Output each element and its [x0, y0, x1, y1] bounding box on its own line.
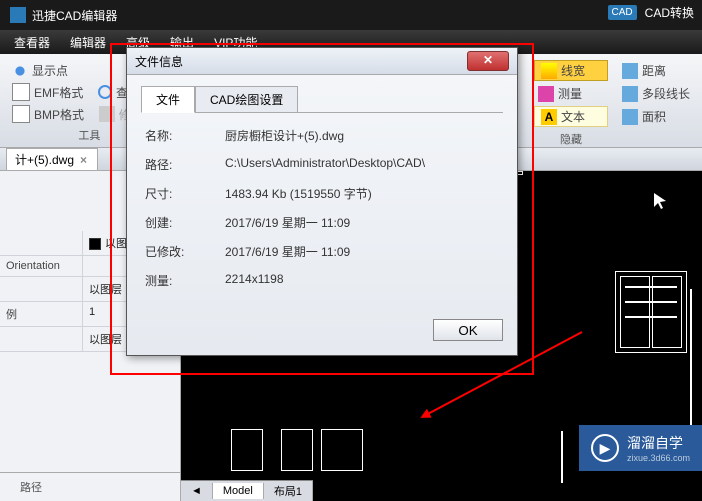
ruler-icon	[538, 86, 554, 102]
watermark-brand: 溜溜自学	[627, 435, 683, 451]
polyline-label: 多段线长	[642, 85, 690, 102]
polyline-icon	[622, 86, 638, 102]
watermark-url: zixue.3d66.com	[627, 453, 690, 463]
measure-key: 测量:	[145, 272, 225, 289]
cad-badge: CAD	[608, 5, 637, 20]
tab-nav-left[interactable]: ◄	[181, 483, 213, 499]
show-points-label: 显示点	[32, 62, 68, 79]
file-info-dialog: 文件信息 ✕ 文件 CAD绘图设置 名称:厨房橱柜设计+(5).dwg 路径:C…	[126, 47, 518, 356]
measure-button[interactable]: 测量	[534, 83, 608, 104]
measure-label: 测量	[558, 85, 582, 102]
ribbon-group-right: 线宽 测量 A文本 隐藏 距离 多段线长 面积	[526, 58, 702, 143]
prop-scale-key: 例	[0, 302, 83, 326]
ok-button[interactable]: OK	[433, 319, 503, 341]
layout1-tab[interactable]: 布局1	[264, 481, 313, 501]
file-tab-label: 计+(5).dwg	[15, 151, 74, 168]
text-icon: A	[541, 109, 557, 125]
color-swatch	[89, 238, 101, 250]
tab-file[interactable]: 文件	[141, 86, 195, 113]
modified-value: 2017/6/19 星期一 11:09	[225, 243, 499, 260]
dialog-close-button[interactable]: ✕	[467, 51, 509, 71]
dialog-title: 文件信息	[135, 53, 183, 70]
row-created: 创建:2017/6/19 星期一 11:09	[145, 214, 499, 231]
name-value: 厨房橱柜设计+(5).dwg	[225, 127, 499, 144]
cursor-icon	[652, 191, 672, 211]
ribbon-col-measure: 距离 多段线长 面积	[618, 60, 694, 141]
cad-convert-link[interactable]: CAD转换	[645, 4, 694, 21]
eye-icon	[12, 63, 28, 79]
path-row: 路径	[0, 472, 180, 501]
created-key: 创建:	[145, 214, 225, 231]
distance-label: 距离	[642, 62, 666, 79]
app-titlebar: 迅捷CAD编辑器 CAD CAD转换	[0, 0, 702, 30]
magnifier-icon	[98, 85, 112, 99]
dialog-body: 文件 CAD绘图设置 名称:厨房橱柜设计+(5).dwg 路径:C:\Users…	[127, 75, 517, 311]
area-icon	[622, 109, 638, 125]
group-hide-label: 隐藏	[534, 129, 608, 147]
row-size: 尺寸:1483.94 Kb (1519550 字节)	[145, 185, 499, 202]
distance-button[interactable]: 距离	[618, 60, 694, 81]
path-key: 路径:	[145, 156, 225, 173]
linewidth-button[interactable]: 线宽	[534, 60, 608, 81]
linewidth-label: 线宽	[561, 62, 585, 79]
app-title: 迅捷CAD编辑器	[32, 7, 117, 24]
area-label: 面积	[642, 108, 666, 125]
emf-label: EMF格式	[34, 84, 83, 101]
menu-editor[interactable]: 编辑器	[60, 34, 116, 51]
model-tab[interactable]: Model	[213, 483, 264, 499]
path-value: C:\Users\Administrator\Desktop\CAD\	[225, 156, 499, 173]
model-tabbar: ◄ Model 布局1	[181, 480, 313, 501]
row-modified: 已修改:2017/6/19 星期一 11:09	[145, 243, 499, 260]
close-icon[interactable]: ×	[78, 153, 89, 167]
repair-icon	[99, 106, 115, 122]
menu-viewer[interactable]: 查看器	[4, 34, 60, 51]
area-button[interactable]: 面积	[618, 106, 694, 127]
dialog-tabs: 文件 CAD绘图设置	[141, 85, 503, 113]
prop-orientation-key: Orientation	[0, 256, 83, 276]
size-value: 1483.94 Kb (1519550 字节)	[225, 185, 499, 202]
size-key: 尺寸:	[145, 185, 225, 202]
tab-cad-settings[interactable]: CAD绘图设置	[195, 86, 298, 113]
doc-icon	[12, 83, 30, 101]
text-button[interactable]: A文本	[534, 106, 608, 127]
bmp-label: BMP格式	[34, 106, 84, 123]
distance-icon	[622, 63, 638, 79]
play-icon: ▶	[591, 434, 619, 462]
ribbon-col-hide: 线宽 测量 A文本 隐藏	[534, 60, 608, 141]
linewidth-icon	[541, 63, 557, 79]
dialog-titlebar[interactable]: 文件信息 ✕	[127, 48, 517, 75]
modified-key: 已修改:	[145, 243, 225, 260]
watermark-badge: ▶ 溜溜自学 zixue.3d66.com	[579, 425, 702, 471]
row-path: 路径:C:\Users\Administrator\Desktop\CAD\	[145, 156, 499, 173]
doc-icon-2	[12, 105, 30, 123]
text-label: 文本	[561, 108, 585, 125]
name-key: 名称:	[145, 127, 225, 144]
measure-value: 2214x1198	[225, 272, 499, 289]
dialog-buttons: OK	[127, 311, 517, 355]
titlebar-right: CAD CAD转换	[608, 4, 694, 21]
row-name: 名称:厨房橱柜设计+(5).dwg	[145, 127, 499, 144]
row-measure: 测量:2214x1198	[145, 272, 499, 289]
file-tab[interactable]: 计+(5).dwg ×	[6, 148, 98, 170]
created-value: 2017/6/19 星期一 11:09	[225, 214, 499, 231]
app-icon	[10, 7, 26, 23]
polyline-button[interactable]: 多段线长	[618, 83, 694, 104]
